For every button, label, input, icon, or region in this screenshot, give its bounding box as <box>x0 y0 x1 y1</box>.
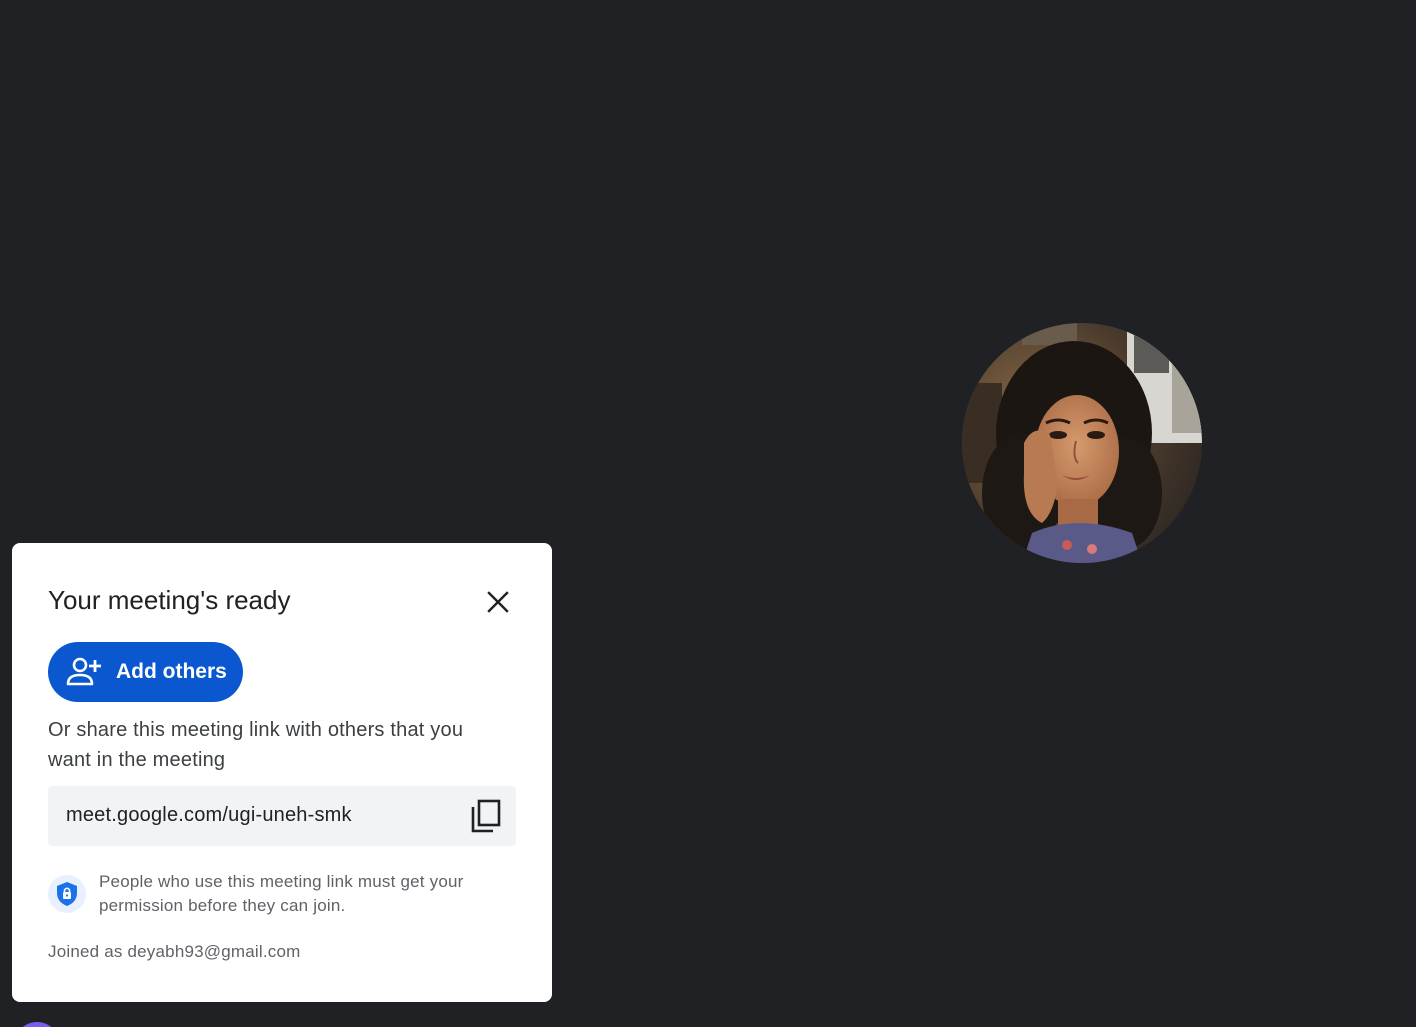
meeting-link-box: meet.google.com/ugi-uneh-smk <box>48 786 516 846</box>
self-avatar[interactable] <box>14 1022 60 1027</box>
participant-avatar <box>962 323 1202 563</box>
add-others-label: Add others <box>116 660 227 683</box>
close-icon <box>487 591 509 613</box>
joined-as-text: Joined as deyabh93@gmail.com <box>48 942 301 961</box>
meeting-stage: Your meeting's ready Add others Or share… <box>0 0 1416 1027</box>
copy-icon <box>471 799 501 833</box>
add-others-button[interactable]: Add others <box>48 642 243 702</box>
participant-photo <box>962 323 1202 563</box>
meeting-link-text[interactable]: meet.google.com/ugi-uneh-smk <box>66 804 352 827</box>
dialog-title: Your meeting's ready <box>48 585 291 615</box>
copy-link-button[interactable] <box>464 794 508 838</box>
shield-lock-icon <box>48 875 86 913</box>
person-add-icon <box>66 654 102 690</box>
permission-notice: People who use this meeting link must ge… <box>99 872 464 915</box>
share-instructions: Or share this meeting link with others t… <box>48 719 464 771</box>
meeting-ready-dialog: Your meeting's ready Add others Or share… <box>12 543 552 1002</box>
close-button[interactable] <box>478 582 518 622</box>
